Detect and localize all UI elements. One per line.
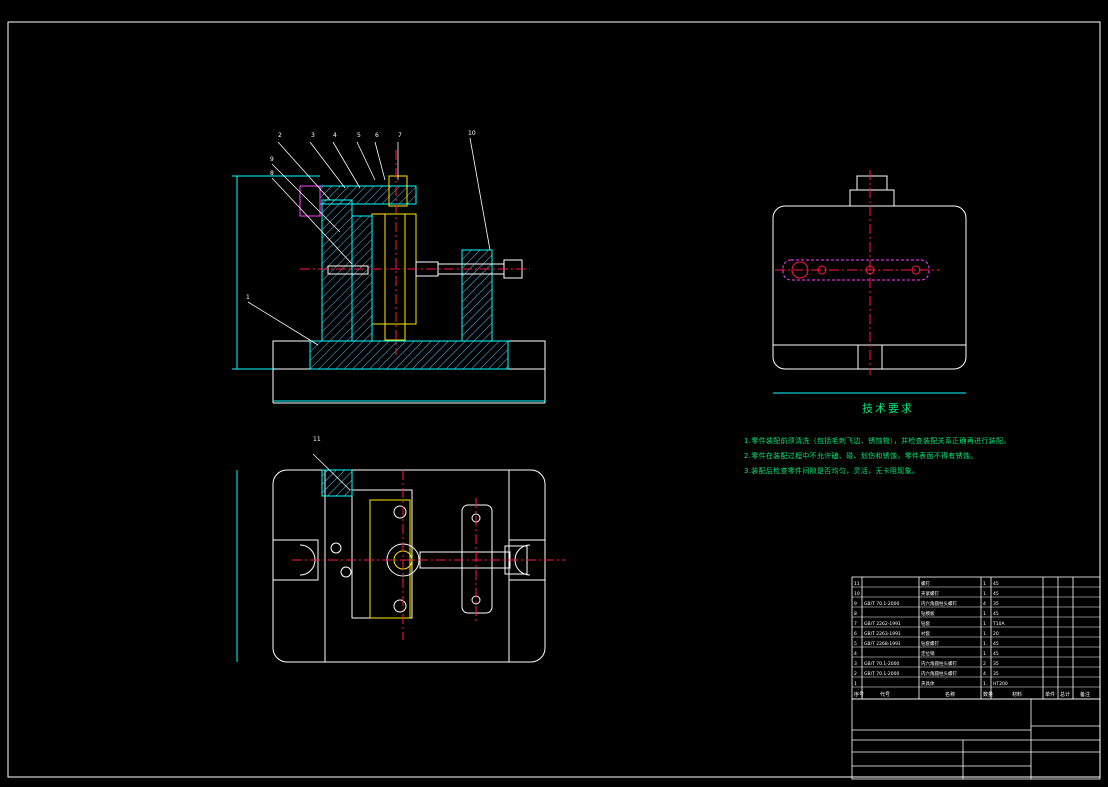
bom-cell-name: 内六角圆柱头螺钉 (921, 660, 957, 667)
bom-cell-mat: 35 (993, 601, 999, 607)
part-label: 1 (246, 294, 250, 301)
tech-note-3: 3.装配后检查零件间隙是否均匀，灵活，无卡阻现象。 (744, 467, 920, 475)
bom-header-std: 代号 (880, 691, 890, 698)
bom-cell-name: 内六角圆柱头螺钉 (921, 600, 957, 607)
bom-cell-no: 8 (854, 611, 857, 617)
bom-header-mat: 材料 (1012, 691, 1022, 698)
bom-cell-qty: 1 (983, 681, 986, 687)
bom-cell-no: 11 (854, 581, 860, 587)
bom-cell-qty: 2 (983, 661, 986, 667)
part-label: 10 (468, 130, 476, 137)
bom-cell-mat: 35 (993, 661, 999, 667)
bom-cell-no: 9 (854, 601, 857, 607)
bom-cell-mat: 45 (993, 581, 999, 587)
bom-cell-qty: 1 (983, 611, 986, 617)
drill-plate (319, 185, 417, 205)
bom-header-no: 序号 (854, 691, 864, 698)
bom-header-qty: 数量 (983, 691, 993, 698)
bom-header-w1: 单件 (1045, 691, 1055, 698)
top-view (236, 453, 565, 663)
bom-cell-name: 衬套 (921, 630, 930, 637)
bom-cell-no: 3 (854, 661, 857, 667)
bom-cell-name: 钻模板 (921, 610, 935, 617)
bom-cell-name: 内六角圆柱头螺钉 (921, 670, 957, 677)
bom-cell-no: 1 (854, 681, 857, 687)
part-label: 11 (313, 436, 321, 443)
part-label: 6 (375, 132, 379, 139)
bom-cell-no: 4 (854, 651, 857, 657)
bom-cell-mat: T10A (992, 621, 1005, 627)
part-label: 7 (398, 132, 402, 139)
bom-cell-no: 7 (854, 621, 857, 627)
bom-cell-mat: 35 (993, 671, 999, 677)
part-label: 4 (333, 132, 337, 139)
bom-cell-name: 夹紧螺钉 (921, 590, 939, 597)
part-label: 3 (311, 132, 315, 139)
front-section-view (232, 137, 546, 404)
support-top (461, 504, 493, 614)
bom-cell-name: 夹具体 (921, 680, 935, 687)
tech-title: 技术要求 (862, 402, 914, 415)
bom-cell-no: 10 (854, 591, 860, 597)
bom-cell-name: 定位销 (921, 650, 935, 657)
bom-table (851, 576, 1101, 780)
part-label: 5 (357, 132, 361, 139)
bom-cell-mat: HT200 (993, 681, 1008, 687)
bom-cell-std: GB/T 2268-1991 (864, 641, 901, 647)
bom-cell-mat: 45 (993, 611, 999, 617)
bom-cell-std: GB/T 70.1-2000 (864, 671, 900, 677)
bom-cell-qty: 1 (983, 591, 986, 597)
bom-cell-qty: 4 (983, 671, 986, 677)
base-hatch (309, 340, 509, 370)
bom-cell-name: 钻套螺钉 (921, 640, 939, 647)
bom-cell-std: GB/T 70.1-2000 (864, 661, 900, 667)
left-column (321, 199, 353, 342)
bom-cell-qty: 1 (983, 651, 986, 657)
bom-header-w2: 总计 (1060, 691, 1070, 698)
bom-cell-qty: 1 (983, 581, 986, 587)
bom-cell-name: 钻套 (921, 620, 930, 627)
bom-cell-mat: 45 (993, 641, 999, 647)
bom-cell-no: 6 (854, 631, 857, 637)
bom-cell-mat: 20 (993, 631, 999, 637)
bom-cell-mat: 45 (993, 591, 999, 597)
part-label: 9 (270, 156, 274, 163)
bom-rows: 11 螺钉 1 4510 夹紧螺钉 1 459 GB/T 70.1-2000 内六角圆柱头螺钉 4… (852, 580, 1100, 698)
bom-cell-std: GB/T 70.1-2000 (864, 601, 900, 607)
part-label: 8 (270, 170, 274, 177)
tech-notes: 1.零件装配前须清洗（包括毛刺飞边、锈蚀物），并检查装配关系正确再进行装配。 2… (744, 434, 1011, 479)
bom-cell-qty: 1 (983, 631, 986, 637)
bom-cell-qty: 1 (983, 641, 986, 647)
part-label: 2 (278, 132, 282, 139)
bom-cell-qty: 4 (983, 601, 986, 607)
drawing-canvas: 11 螺钉 1 4510 夹紧螺钉 1 459 GB/T 70.1-2000 内六角圆柱头螺钉 4… (7, 21, 1101, 780)
bom-cell-mat: 45 (993, 651, 999, 657)
bom-header-note: 备注 (1080, 691, 1090, 698)
bom-cell-no: 2 (854, 671, 857, 677)
tech-note-1: 1.零件装配前须清洗（包括毛刺飞边、锈蚀物），并检查装配关系正确再进行装配。 (744, 437, 1011, 445)
bom-cell-name: 螺钉 (921, 580, 930, 587)
tech-note-2: 2.零件在装配过程中不允许磕、碰、划伤和锈蚀，零件表面不得有锈蚀。 (744, 452, 978, 460)
bom-cell-no: 5 (854, 641, 857, 647)
bom-cell-qty: 1 (983, 621, 986, 627)
side-view (772, 170, 967, 394)
bom-cell-std: GB/T 2262-1991 (864, 621, 901, 627)
bom-cell-std: GB/T 2263-1991 (864, 631, 901, 637)
bom-header-name: 名称 (945, 691, 955, 698)
